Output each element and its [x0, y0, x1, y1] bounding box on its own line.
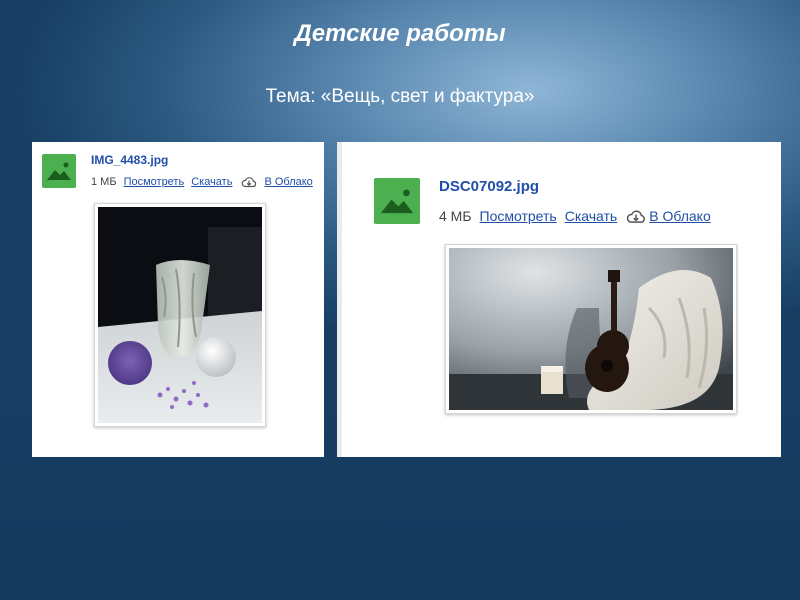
view-link[interactable]: Посмотреть	[124, 176, 185, 188]
attachment-meta: 4 МБ Посмотреть Скачать В Облако	[439, 208, 711, 224]
image-file-icon	[374, 178, 420, 224]
image-file-icon	[42, 154, 76, 188]
still-life-ukulele-photo	[449, 248, 733, 410]
attachment-card: DSC07092.jpg 4 МБ Посмотреть Скачать В Обла…	[337, 142, 781, 457]
view-link[interactable]: Посмотреть	[480, 208, 557, 224]
cloud-download-icon[interactable]	[626, 209, 646, 224]
cloud-download-icon[interactable]	[241, 176, 257, 188]
save-to-cloud-link[interactable]: В Облако	[264, 176, 312, 188]
image-preview[interactable]	[94, 203, 266, 427]
save-to-cloud-link[interactable]: В Облако	[649, 208, 711, 224]
file-name-link[interactable]: DSC07092.jpg	[439, 178, 539, 195]
slide-subtitle: Тема: «Вещь, свет и фактура»	[265, 86, 535, 107]
slide-title: Детские работы	[294, 20, 506, 47]
download-link[interactable]: Скачать	[191, 176, 232, 188]
attachment-meta: 1 МБ Посмотреть Скачать В Облако	[91, 176, 313, 188]
image-preview[interactable]	[445, 244, 737, 414]
file-size: 1 МБ	[91, 176, 117, 188]
still-life-vase-photo	[98, 207, 262, 423]
file-size: 4 МБ	[439, 208, 472, 224]
attachment-card: IMG_4483.jpg 1 МБ Посмотреть Скачать В Обла…	[32, 142, 324, 457]
file-name-link[interactable]: IMG_4483.jpg	[91, 153, 168, 167]
download-link[interactable]: Скачать	[565, 208, 618, 224]
